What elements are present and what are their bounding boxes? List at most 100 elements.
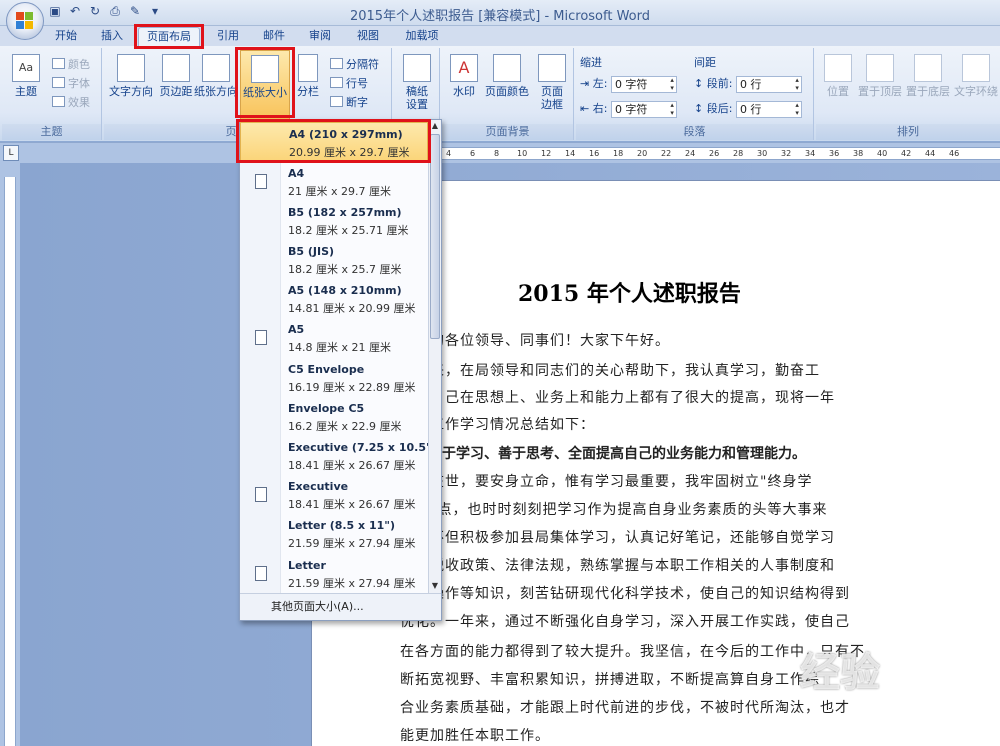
spacing-before-label: 段前: <box>706 77 733 90</box>
tab-insert[interactable]: 插入 <box>94 27 130 46</box>
ruler-tick: 26 <box>709 149 720 158</box>
page-color-button[interactable]: 页面颜色 <box>482 54 532 98</box>
horizontal-ruler[interactable]: 4 6 8 10 12 14 16 18 20 22 24 26 28 30 3… <box>432 147 1000 160</box>
paper-size-option[interactable]: Executive 18.41 厘米 x 26.67 厘米 <box>240 475 428 514</box>
paper-size-name: A5 <box>288 323 305 336</box>
send-to-back-button[interactable]: 置于底层 <box>904 54 952 98</box>
manuscript-label-2: 设置 <box>406 98 428 111</box>
page-borders-button[interactable]: 页面 边框 <box>534 54 570 111</box>
paper-size-option[interactable]: Letter 21.59 厘米 x 27.94 厘米 <box>240 554 428 593</box>
paper-size-option[interactable]: A4 21 厘米 x 29.7 厘米 <box>240 162 428 201</box>
paper-size-option[interactable]: Envelope C5 16.2 厘米 x 22.9 厘米 <box>240 397 428 436</box>
indent-heading: 缩进 <box>580 56 602 69</box>
group-page-background: A 水印 页面颜色 页面 边框 页面背景 <box>442 48 574 140</box>
spacing-before-input[interactable]: 0 行 <box>735 75 802 93</box>
theme-effects-button[interactable]: 效果 <box>52 94 90 110</box>
indent-right-input[interactable]: 0 字符 <box>610 100 677 118</box>
group-arrange: 位置 置于顶层 置于底层 文字环绕 排列 <box>816 48 1000 140</box>
tab-home[interactable]: 开始 <box>48 27 84 46</box>
ruler-tick: 16 <box>589 149 600 158</box>
document-line: 抓，不但积极参加县局集体学习，认真记好笔记，还能够自觉学习 <box>400 530 835 546</box>
tab-view[interactable]: 视图 <box>350 27 386 46</box>
document-line: 在各方面的能力都得到了较大提升。我坚信，在今后的工作中，只有不 <box>400 644 865 660</box>
theme-fonts-button[interactable]: 字体 <box>52 75 90 91</box>
paper-size-name: Letter <box>288 559 326 572</box>
text-wrap-button[interactable]: 文字环绕 <box>952 54 1000 98</box>
line-numbers-icon <box>330 77 343 88</box>
tab-stop-selector-icon[interactable]: L <box>3 145 19 161</box>
breaks-button[interactable]: 分隔符 <box>330 56 379 72</box>
paper-size-dimensions: 14.8 厘米 x 21 厘米 <box>288 341 391 354</box>
send-to-back-label: 置于底层 <box>906 85 950 98</box>
ruler-tick: 20 <box>637 149 648 158</box>
scroll-up-icon[interactable]: ▲ <box>429 120 441 132</box>
ruler-tick: 6 <box>470 149 476 158</box>
page-icon <box>255 174 267 189</box>
theme-colors-label: 颜色 <box>68 58 90 71</box>
paper-size-option[interactable]: A4 (210 x 297mm) 20.99 厘米 x 29.7 厘米 <box>240 122 428 161</box>
indent-left-input[interactable]: 0 字符 <box>610 75 677 93</box>
hyphenation-button[interactable]: 断字 <box>330 94 368 110</box>
group-theme-label: 主题 <box>2 124 101 140</box>
office-button[interactable] <box>6 2 44 40</box>
paper-size-name: A5 (148 x 210mm) <box>288 284 402 297</box>
ruler-tick: 8 <box>494 149 500 158</box>
paper-size-icon <box>251 55 279 83</box>
bring-to-front-button[interactable]: 置于顶层 <box>856 54 904 98</box>
text-wrap-icon <box>962 54 990 82</box>
group-paragraph-label: 段落 <box>576 124 813 140</box>
orientation-button[interactable]: 纸张方向 <box>192 54 240 98</box>
paper-size-option[interactable]: A5 (148 x 210mm) 14.81 厘米 x 20.99 厘米 <box>240 279 428 318</box>
paper-size-option[interactable]: Letter (8.5 x 11") 21.59 厘米 x 27.94 厘米 <box>240 514 428 553</box>
breaks-icon <box>330 58 343 69</box>
spacing-after-input[interactable]: 0 行 <box>735 100 802 118</box>
position-button[interactable]: 位置 <box>820 54 856 98</box>
vertical-ruler[interactable] <box>0 163 20 746</box>
ruler-tick: 12 <box>541 149 552 158</box>
margins-button[interactable]: 页边距 <box>158 54 194 98</box>
tab-page-layout[interactable]: 页面布局 <box>138 27 200 46</box>
ruler-tick: 44 <box>925 149 936 158</box>
theme-button[interactable]: Aa 主题 <box>6 54 46 98</box>
tab-review[interactable]: 审阅 <box>302 27 338 46</box>
manuscript-label-1: 稿纸 <box>406 85 428 98</box>
paper-size-option[interactable]: A5 14.8 厘米 x 21 厘米 <box>240 318 428 357</box>
paper-size-option[interactable]: B5 (JIS) 18.2 厘米 x 25.7 厘米 <box>240 240 428 279</box>
theme-fonts-label: 字体 <box>68 77 90 90</box>
page-color-label: 页面颜色 <box>485 85 529 98</box>
columns-button[interactable]: 分栏 <box>294 54 322 98</box>
page-icon <box>255 487 267 502</box>
group-page-background-label: 页面背景 <box>442 124 573 140</box>
tab-addins[interactable]: 加载项 <box>398 27 446 46</box>
ruler-tick: 18 <box>613 149 624 158</box>
tab-mailings[interactable]: 邮件 <box>256 27 292 46</box>
document-title: 2015 年个人述职报告 <box>518 281 741 307</box>
document-heading-line: 一、勤于学习、善于思考、全面提高自己的业务能力和管理能力。 <box>400 446 806 462</box>
scroll-thumb[interactable] <box>430 134 440 339</box>
dropdown-scrollbar[interactable]: ▲ ▼ <box>428 120 441 593</box>
page-borders-label-2: 边框 <box>541 98 563 111</box>
paper-size-button[interactable]: 纸张大小 <box>240 50 290 120</box>
scroll-down-icon[interactable]: ▼ <box>429 580 441 592</box>
paper-size-option[interactable]: Executive (7.25 x 10.5") 18.41 厘米 x 26.6… <box>240 436 428 475</box>
paper-size-dimensions: 18.41 厘米 x 26.67 厘米 <box>288 459 416 472</box>
title-bar: ▣ ↶ ↻ ⎙ ✎ ▾ 2015年个人述职报告 [兼容模式] - Microso… <box>0 0 1000 40</box>
page-icon <box>255 566 267 581</box>
spacing-before-icon: ↕ <box>694 77 704 90</box>
theme-colors-button[interactable]: 颜色 <box>52 56 90 72</box>
ribbon-tabs: 开始 插入 页面布局 引用 邮件 审阅 视图 加载项 <box>0 26 1000 46</box>
ruler-tick: 36 <box>829 149 840 158</box>
manuscript-settings-button[interactable]: 稿纸 设置 <box>400 54 434 111</box>
ruler-tick: 4 <box>446 149 452 158</box>
paper-size-option[interactable]: B5 (182 x 257mm) 18.2 厘米 x 25.71 厘米 <box>240 201 428 240</box>
paper-size-option[interactable]: C5 Envelope 16.19 厘米 x 22.89 厘米 <box>240 358 428 397</box>
watermark-button[interactable]: A 水印 <box>446 54 482 98</box>
line-numbers-button[interactable]: 行号 <box>330 75 368 91</box>
document-line: 断拓宽视野、丰富积累知识，拼搏进取，不断提高算自身工作综 <box>400 672 820 688</box>
document-line: 合业务素质基础，才能跟上时代前进的步伐，不被时代所淘汰，也才 <box>400 700 850 716</box>
spacing-heading: 间距 <box>694 56 716 69</box>
text-direction-button[interactable]: 文字方向 <box>106 54 156 98</box>
more-paper-sizes-button[interactable]: 其他页面大小(A)... <box>240 593 441 620</box>
tab-references[interactable]: 引用 <box>210 27 246 46</box>
position-icon <box>824 54 852 82</box>
